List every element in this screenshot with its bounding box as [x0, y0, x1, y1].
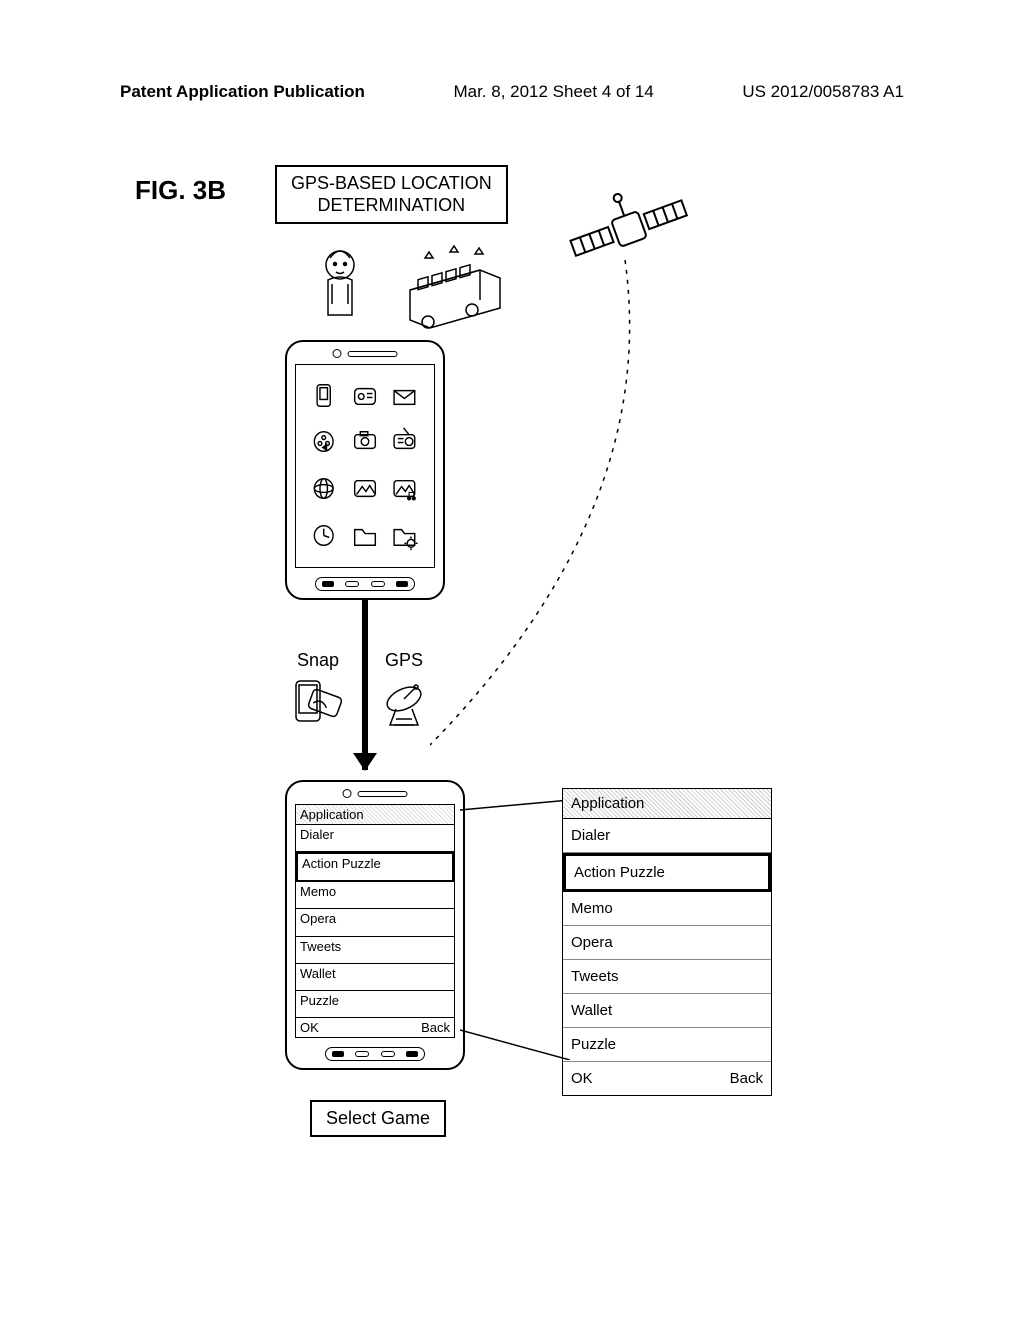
folder-icon[interactable] [355, 530, 376, 546]
snap-label: Snap [297, 650, 339, 671]
phone-earpiece [343, 789, 408, 798]
satellite-icon [560, 180, 700, 280]
header-patent-number: US 2012/0058783 A1 [742, 82, 904, 102]
diagram-title: GPS-BASED LOCATION DETERMINATION [275, 165, 508, 224]
phone-screen-top [295, 364, 435, 568]
app-list-detail: Application Dialer Action Puzzle Memo Op… [562, 788, 772, 1096]
app-list-item[interactable]: Dialer [296, 825, 454, 852]
app-list-item[interactable]: Dialer [563, 819, 771, 853]
app-list-item[interactable]: Tweets [296, 937, 454, 964]
header-publication: Patent Application Publication [120, 82, 365, 102]
gps-dish-icon [376, 675, 432, 731]
app-list-item-selected[interactable]: Action Puzzle [563, 853, 771, 892]
page-header: Patent Application Publication Mar. 8, 2… [0, 82, 1024, 102]
globe-app-icon[interactable] [314, 479, 333, 499]
mail-app-icon[interactable] [394, 391, 415, 405]
person-bus-illustration [300, 240, 520, 340]
gps-label: GPS [385, 650, 423, 671]
app-list-item[interactable]: Wallet [296, 964, 454, 991]
app-list-item[interactable]: Opera [563, 926, 771, 960]
clock-app-icon[interactable] [314, 526, 333, 546]
select-game-label: Select Game [310, 1100, 446, 1137]
phone-earpiece [333, 349, 398, 358]
app-list-item[interactable]: Puzzle [296, 991, 454, 1018]
app-list-header: Application [563, 789, 771, 819]
radio-app-icon[interactable] [394, 428, 415, 449]
header-date-sheet: Mar. 8, 2012 Sheet 4 of 14 [453, 82, 653, 102]
detail-zoom-lines [460, 800, 570, 1060]
ok-button[interactable]: OK [300, 1020, 319, 1035]
gallery-app-icon[interactable] [355, 481, 376, 497]
snap-gesture-icon [290, 675, 346, 731]
phone-nav-bar [315, 577, 415, 591]
flow-arrow-down [362, 600, 368, 770]
music-gallery-icon[interactable] [394, 481, 415, 500]
ok-button[interactable]: OK [571, 1070, 593, 1087]
camera-app-icon[interactable] [355, 432, 376, 449]
app-list-item[interactable]: Wallet [563, 994, 771, 1028]
app-list-item[interactable]: Puzzle [563, 1028, 771, 1062]
contacts-app-icon[interactable] [355, 389, 376, 405]
phone-app-list-screen: Application Dialer Action Puzzle Memo Op… [285, 780, 465, 1070]
settings-folder-icon[interactable] [394, 530, 417, 551]
app-list-header: Application [296, 805, 454, 825]
phone-nav-bar [325, 1047, 425, 1061]
app-list-item[interactable]: Tweets [563, 960, 771, 994]
media-app-icon[interactable] [314, 432, 333, 452]
phone-app-icon[interactable] [317, 385, 330, 407]
figure-label: FIG. 3B [135, 175, 226, 206]
back-button[interactable]: Back [421, 1020, 450, 1035]
app-list-item[interactable]: Memo [563, 892, 771, 926]
phone-screen-app-list: Application Dialer Action Puzzle Memo Op… [295, 804, 455, 1038]
app-list-item[interactable]: Opera [296, 909, 454, 936]
app-list-item[interactable]: Memo [296, 882, 454, 909]
back-button[interactable]: Back [730, 1070, 763, 1087]
phone-home-screen [285, 340, 445, 600]
app-list-item-selected[interactable]: Action Puzzle [296, 852, 454, 882]
